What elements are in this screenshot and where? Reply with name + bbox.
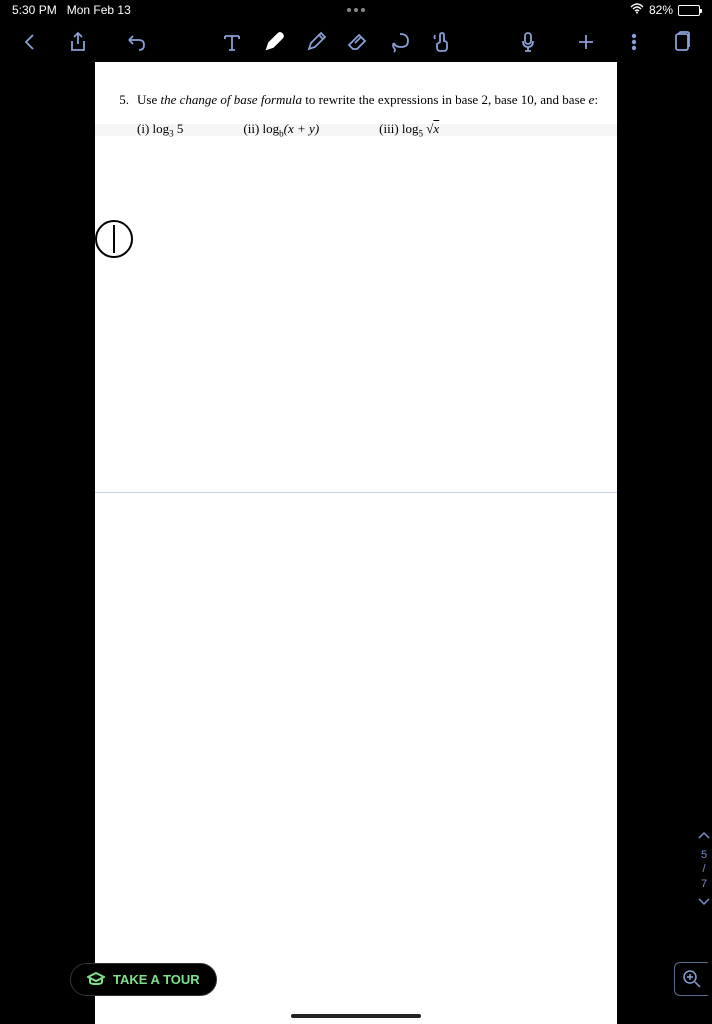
pages-button[interactable] — [668, 28, 696, 56]
page-navigator: 5 / 7 — [698, 830, 710, 909]
toolbar — [0, 20, 712, 64]
eraser-tool[interactable] — [344, 28, 372, 56]
problem-colon: : — [594, 92, 598, 107]
zoom-in-button[interactable] — [674, 962, 708, 996]
document-canvas[interactable]: 5. Use the change of base formula to rew… — [95, 62, 617, 1024]
problem-intro: Use — [137, 92, 160, 107]
wifi-icon — [630, 3, 644, 17]
page-divider — [95, 492, 617, 493]
part-iii-arg: x — [433, 121, 439, 136]
page-down-button[interactable] — [698, 897, 710, 909]
page-indicator[interactable]: 5 / 7 — [701, 848, 707, 891]
pen-tool[interactable] — [260, 28, 288, 56]
part-iii-sqrt: √x — [426, 121, 439, 136]
page-sep: / — [702, 862, 705, 876]
battery-icon — [678, 5, 700, 16]
multitask-dots[interactable] — [347, 8, 365, 12]
share-button[interactable] — [64, 28, 92, 56]
text-tool[interactable] — [218, 28, 246, 56]
page-content: 5. Use the change of base formula to rew… — [95, 62, 617, 169]
microphone-button[interactable] — [514, 28, 542, 56]
tour-label: TAKE A TOUR — [113, 972, 200, 987]
take-tour-button[interactable]: TAKE A TOUR — [70, 963, 217, 996]
problem-rest: to rewrite the expressions in base 2, ba… — [302, 92, 589, 107]
page-total: 7 — [701, 877, 707, 891]
back-button[interactable] — [16, 28, 44, 56]
status-time: 5:30 PM — [12, 3, 57, 17]
gesture-tool[interactable] — [428, 28, 456, 56]
graduation-cap-icon — [87, 971, 105, 988]
pencil-tool[interactable] — [302, 28, 330, 56]
lasso-tool[interactable] — [386, 28, 414, 56]
page-current: 5 — [701, 848, 707, 862]
add-button[interactable] — [572, 28, 600, 56]
problem-italic: the change of base formula — [160, 92, 302, 107]
home-indicator[interactable] — [291, 1014, 421, 1018]
battery-percent: 82% — [649, 3, 673, 17]
more-button[interactable] — [620, 28, 648, 56]
status-date: Mon Feb 13 — [67, 3, 131, 17]
undo-button[interactable] — [122, 28, 150, 56]
status-right: 82% — [630, 3, 700, 17]
page-top-shade — [95, 124, 617, 136]
handwritten-annotation-stroke — [113, 225, 115, 253]
page-up-button[interactable] — [698, 830, 710, 842]
status-bar: 5:30 PM Mon Feb 13 82% — [0, 0, 712, 20]
status-left: 5:30 PM Mon Feb 13 — [12, 3, 131, 17]
